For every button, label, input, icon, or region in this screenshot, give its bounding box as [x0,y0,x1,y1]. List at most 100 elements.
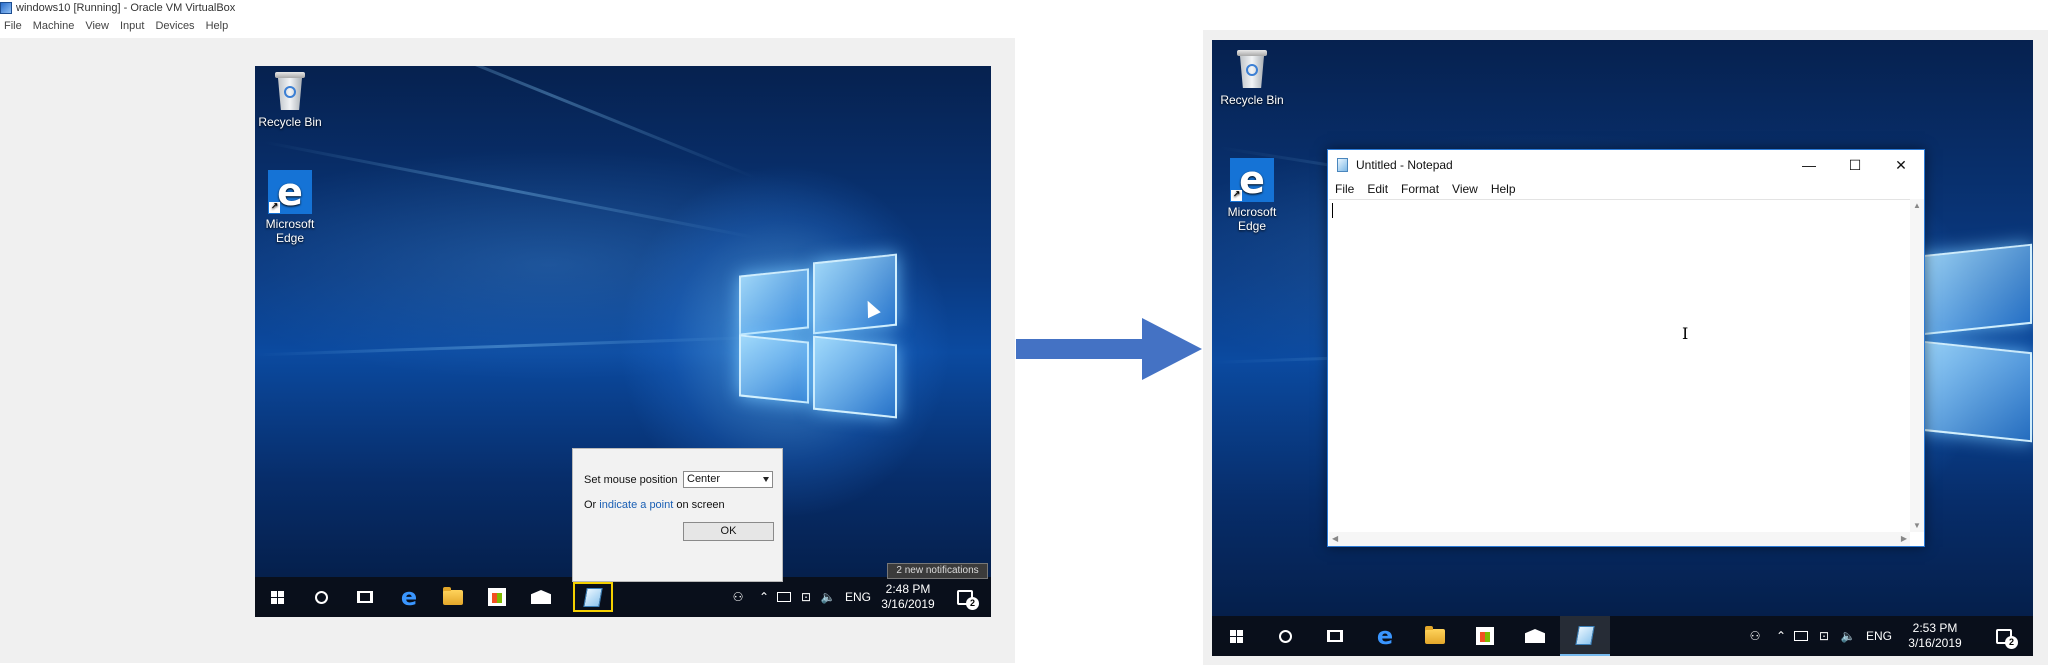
people-button-right[interactable]: ⚇ [1742,616,1768,656]
people-icon: ⚇ [732,590,744,604]
notepad-menu-edit[interactable]: Edit [1360,180,1394,198]
task-view-button-right[interactable] [1310,616,1360,656]
recycle-bin-label: Recycle Bin [258,115,322,129]
recycle-bin-label-right: Recycle Bin [1220,93,1284,107]
notepad-text-area[interactable]: I [1329,199,1910,532]
notepad-menu-file[interactable]: File [1328,180,1360,198]
action-center-icon: 2 [1996,628,2018,649]
virtualbox-menu-bar: File Machine View Input Devices Help [0,18,235,35]
indicate-point-link[interactable]: indicate a point [599,499,673,511]
vbox-menu-input[interactable]: Input [116,18,151,35]
taskbar-mail-button[interactable] [519,577,563,617]
new-notifications-toast[interactable]: 2 new notifications [887,563,988,579]
battery-button[interactable] [773,577,795,617]
recycle-bin-desktop-icon-right[interactable]: Recycle Bin [1220,50,1284,107]
start-button-right[interactable] [1212,616,1260,656]
people-button[interactable]: ⚇ [727,577,749,617]
network-icon: ⊡ [800,590,812,604]
scroll-up-icon[interactable]: ▲ [1913,201,1921,210]
notepad-icon [1337,158,1348,172]
notepad-menu-format[interactable]: Format [1394,180,1445,198]
set-mouse-position-label: Set mouse position [584,474,678,486]
taskbar-left: e ⚇ ⌃ ⊡ 🔈 ENG 2:48 PM 3/16/2019 2 [255,577,991,617]
language-indicator[interactable]: ENG [843,577,873,617]
mail-icon [531,590,551,604]
edge-label-line1-right: Microsoft [1227,205,1277,219]
store-icon [1476,627,1494,645]
battery-button-right[interactable] [1790,616,1812,656]
minimize-button[interactable]: — [1786,150,1832,180]
taskbar-explorer-button[interactable] [431,577,475,617]
volume-button[interactable]: 🔈 [817,577,839,617]
taskbar-edge-button[interactable]: e [387,577,431,617]
clock-time: 2:48 PM [885,582,931,596]
volume-icon: 🔈 [820,590,836,604]
edge-desktop-icon[interactable]: e ↗ Microsoft Edge [258,170,322,245]
taskbar-clock[interactable]: 2:48 PM 3/16/2019 [877,577,939,617]
vbox-menu-file[interactable]: File [0,18,29,35]
taskbar-right: e ⚇ ⌃ ⊡ 🔈 ENG 2:53 PM 3/16/2019 2 [1212,616,2033,656]
edge-icon: e [1376,622,1394,650]
taskbar-mail-button-right[interactable] [1510,616,1560,656]
language-label: ENG [844,590,871,604]
cortana-button-right[interactable] [1260,616,1310,656]
volume-button-right[interactable]: 🔈 [1836,616,1860,656]
cortana-icon [314,590,328,604]
clock-date: 3/16/2019 [881,597,935,611]
virtualbox-title-bar: windows10 [Running] - Oracle VM VirtualB… [0,0,235,16]
scroll-left-icon[interactable]: ◀ [1332,534,1338,543]
action-center-icon: 2 [957,589,979,610]
taskbar-edge-button-right[interactable]: e [1360,616,1410,656]
taskbar-notepad-button-active[interactable] [1560,616,1610,656]
vbox-menu-help[interactable]: Help [202,18,236,35]
vertical-scrollbar[interactable]: ▲ ▼ [1910,199,1924,532]
close-button[interactable]: ✕ [1878,150,1924,180]
recycle-bin-icon [273,72,307,112]
task-view-icon [357,591,373,603]
network-button[interactable]: ⊡ [795,577,817,617]
clock-date-right: 3/16/2019 [1908,636,1962,650]
action-center-button-right[interactable]: 2 [1982,616,2026,656]
start-icon [1229,629,1243,643]
recycle-bin-desktop-icon[interactable]: Recycle Bin [258,72,322,129]
taskbar-notepad-button-highlighted[interactable] [573,582,613,612]
edge-label-line1: Microsoft [265,217,315,231]
scroll-down-icon[interactable]: ▼ [1913,521,1921,530]
taskbar-explorer-button-right[interactable] [1410,616,1460,656]
scroll-right-icon[interactable]: ▶ [1901,534,1907,543]
horizontal-scrollbar[interactable]: ◀ ▶ [1329,532,1910,546]
ok-button[interactable]: OK [683,522,774,541]
action-center-button[interactable]: 2 [945,577,985,617]
vbox-menu-view[interactable]: View [81,18,116,35]
show-hidden-icons-button-right[interactable]: ⌃ [1772,616,1790,656]
edge-icon: e [400,583,418,611]
indicate-point-line: Or indicate a point on screen [584,499,725,511]
virtualbox-title: windows10 [Running] - Oracle VM VirtualB… [16,2,236,14]
taskbar-clock-right[interactable]: 2:53 PM 3/16/2019 [1900,616,1970,656]
edge-icon: e ↗ [268,170,312,214]
notepad-menu-view[interactable]: View [1445,180,1484,198]
taskbar-store-button[interactable] [475,577,519,617]
start-button[interactable] [255,577,299,617]
notepad-menu-help[interactable]: Help [1484,180,1522,198]
taskbar-store-button-right[interactable] [1460,616,1510,656]
network-button-right[interactable]: ⊡ [1812,616,1836,656]
task-view-button[interactable] [343,577,387,617]
transition-arrow-head [1142,318,1202,380]
cortana-button[interactable] [299,577,343,617]
show-hidden-icons-button[interactable]: ⌃ [755,577,773,617]
edge-desktop-icon-right[interactable]: e ↗ Microsoft Edge [1220,158,1284,233]
battery-icon [777,592,791,602]
vbox-menu-devices[interactable]: Devices [151,18,201,35]
vbox-menu-machine[interactable]: Machine [29,18,82,35]
transition-arrow-shaft [1016,339,1144,359]
mouse-position-select[interactable]: Center [683,471,773,488]
on-screen-text: on screen [676,499,725,511]
notepad-title-bar[interactable]: Untitled - Notepad — ☐ ✕ [1328,150,1924,180]
language-indicator-right[interactable]: ENG [1862,616,1896,656]
set-mouse-position-dialog: Set mouse position Center Or indicate a … [572,448,783,582]
start-icon [270,590,284,604]
chevron-down-icon [763,477,769,482]
maximize-button[interactable]: ☐ [1832,150,1878,180]
cortana-icon [1278,629,1292,643]
